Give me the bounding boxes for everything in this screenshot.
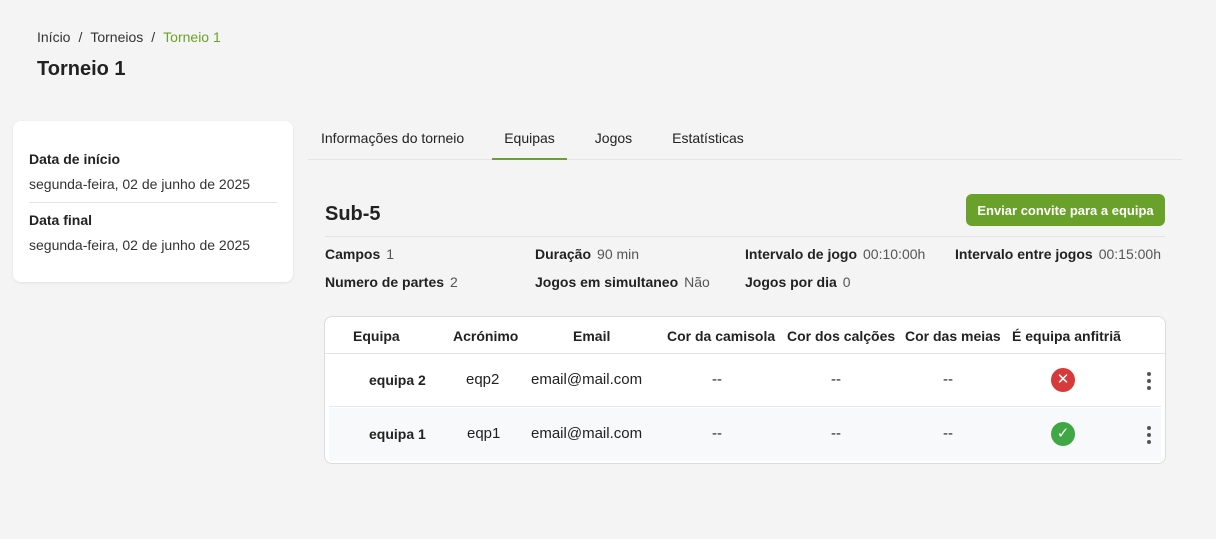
meta-per-day-label: Jogos por dia — [745, 274, 837, 290]
breadcrumb-separator: / — [78, 29, 83, 45]
meta-fields: Campos 1 — [325, 246, 394, 262]
meta-game-interval: Intervalo de jogo 00:10:00h — [745, 246, 925, 262]
table-header: Equipa Acrónimo Email Cor da camisola Co… — [325, 317, 1165, 354]
meta-fields-label: Campos — [325, 246, 381, 262]
breadcrumb-tournaments[interactable]: Torneios — [90, 29, 143, 45]
row-menu-icon[interactable] — [1146, 372, 1152, 390]
col-team: Equipa — [353, 328, 400, 344]
row-menu-icon[interactable] — [1146, 426, 1152, 444]
team-email: email@mail.com — [531, 425, 643, 442]
meta-duration: Duração 90 min — [535, 246, 639, 262]
team-acronym: eqp1 — [467, 425, 501, 442]
x-circle-icon: ✕ — [1051, 368, 1075, 392]
tab-statistics[interactable]: Estatísticas — [672, 121, 744, 160]
breadcrumb: Início / Torneios / Torneio 1 — [37, 29, 221, 45]
tab-tournament-info[interactable]: Informações do torneio — [321, 121, 464, 160]
meta-duration-value: 90 min — [597, 246, 640, 262]
col-shorts-color: Cor dos calções — [787, 328, 896, 344]
meta-parts-value: 2 — [450, 274, 458, 290]
col-host-team: É equipa anfitriã — [1012, 328, 1121, 344]
meta-simultaneous-value: Não — [684, 274, 710, 290]
meta-parts: Numero de partes 2 — [325, 274, 458, 290]
meta-game-interval-value: 00:10:00h — [863, 246, 926, 262]
meta-per-day-value: 0 — [842, 274, 851, 290]
col-acronym: Acrónimo — [453, 328, 519, 344]
teams-table: Equipa Acrónimo Email Cor da camisola Co… — [324, 316, 1166, 464]
meta-simultaneous: Jogos em simultaneo Não — [535, 274, 710, 290]
team-name: equipa 1 — [369, 426, 426, 442]
tournament-dates-card: Data de início segunda-feira, 02 de junh… — [13, 121, 293, 282]
send-invite-button[interactable]: Enviar convite para a equipa — [966, 194, 1165, 226]
start-date-value: segunda-feira, 02 de junho de 2025 — [29, 176, 251, 192]
breadcrumb-separator: / — [151, 29, 156, 45]
socks-color: -- — [943, 371, 953, 388]
meta-between-games-label: Intervalo entre jogos — [955, 246, 1093, 262]
socks-color: -- — [943, 425, 953, 442]
meta-duration-label: Duração — [535, 246, 592, 262]
divider — [325, 236, 1165, 237]
meta-fields-value: 1 — [386, 246, 395, 262]
team-acronym: eqp2 — [466, 371, 500, 388]
category-title: Sub-5 — [325, 203, 381, 225]
col-shirt-color: Cor da camisola — [667, 328, 776, 344]
team-email: email@mail.com — [531, 371, 643, 388]
table-row[interactable]: equipa 2 eqp2 email@mail.com -- -- -- ✕ — [329, 354, 1161, 407]
start-date-label: Data de início — [29, 151, 121, 167]
page-title: Torneio 1 — [37, 58, 126, 80]
shirt-color: -- — [712, 371, 722, 388]
shorts-color: -- — [831, 425, 841, 442]
divider — [29, 202, 277, 203]
table-row[interactable]: equipa 1 eqp1 email@mail.com -- -- -- ✓ — [329, 408, 1161, 461]
breadcrumb-current: Torneio 1 — [163, 29, 221, 45]
shirt-color: -- — [712, 425, 722, 442]
meta-game-interval-label: Intervalo de jogo — [745, 246, 858, 262]
team-name: equipa 2 — [369, 372, 426, 388]
meta-per-day: Jogos por dia 0 — [745, 274, 851, 290]
col-socks-color: Cor das meias — [905, 328, 1001, 344]
breadcrumb-home[interactable]: Início — [37, 29, 70, 45]
meta-between-games-value: 00:15:00h — [1098, 246, 1161, 262]
end-date-label: Data final — [29, 212, 93, 228]
tab-games[interactable]: Jogos — [595, 121, 632, 160]
end-date-value: segunda-feira, 02 de junho de 2025 — [29, 237, 251, 253]
shorts-color: -- — [831, 371, 841, 388]
check-circle-icon: ✓ — [1051, 422, 1075, 446]
meta-simultaneous-label: Jogos em simultaneo — [535, 274, 679, 290]
meta-parts-label: Numero de partes — [325, 274, 445, 290]
tab-teams[interactable]: Equipas — [492, 121, 567, 160]
col-email: Email — [573, 328, 611, 344]
meta-between-games: Intervalo entre jogos 00:15:00h — [955, 246, 1161, 262]
tournament-tabs: Informações do torneio Equipas Jogos Est… — [308, 121, 1182, 160]
